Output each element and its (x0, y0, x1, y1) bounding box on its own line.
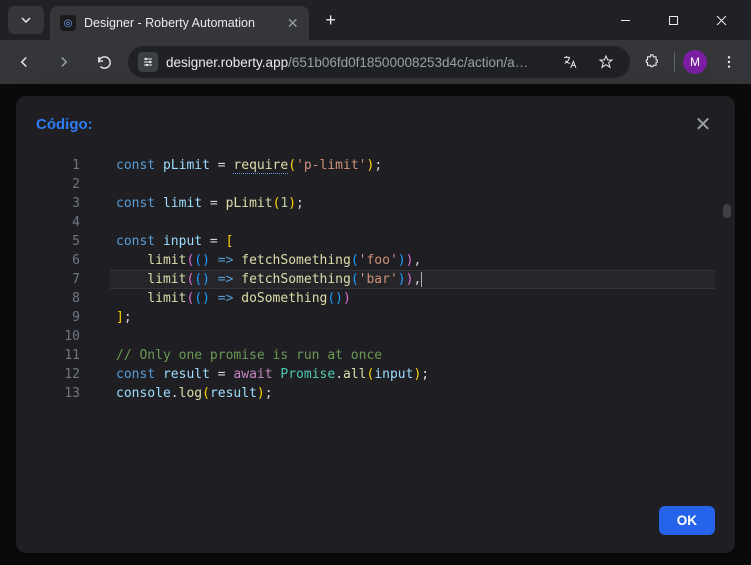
reload-button[interactable] (88, 46, 120, 78)
forward-button[interactable] (48, 46, 80, 78)
line-number: 3 (56, 194, 100, 213)
arrow-left-icon (15, 53, 33, 71)
extensions-button[interactable] (638, 48, 666, 76)
arrow-right-icon (55, 53, 73, 71)
code-line[interactable] (116, 327, 715, 346)
code-modal: Código: ✕ 12345678910111213 const pLimit… (16, 96, 735, 553)
close-window-button[interactable] (699, 4, 743, 36)
code-line[interactable] (116, 213, 715, 232)
maximize-icon (668, 15, 679, 26)
ok-button[interactable]: OK (659, 506, 715, 535)
favicon-icon: ◎ (60, 15, 76, 31)
close-icon (716, 15, 727, 26)
modal-close-button[interactable]: ✕ (691, 112, 715, 136)
code-line[interactable]: const pLimit = require('p-limit'); (116, 156, 715, 175)
tab-title: Designer - Roberty Automation (84, 16, 255, 30)
modal-title: Código: (36, 116, 93, 133)
translate-icon (562, 54, 578, 70)
star-icon (598, 54, 614, 70)
minimize-button[interactable] (603, 4, 647, 36)
translate-button[interactable] (556, 48, 584, 76)
browser-tab[interactable]: ◎ Designer - Roberty Automation ✕ (50, 6, 309, 40)
code-line[interactable]: // Only one promise is run at once (116, 346, 715, 365)
code-editor[interactable]: 12345678910111213 const pLimit = require… (16, 144, 735, 506)
profile-avatar[interactable]: M (683, 50, 707, 74)
maximize-button[interactable] (651, 4, 695, 36)
puzzle-icon (644, 54, 661, 71)
new-tab-button[interactable]: + (317, 6, 345, 34)
line-number: 13 (56, 384, 100, 403)
close-tab-button[interactable]: ✕ (287, 15, 299, 32)
code-line[interactable]: limit(() => doSomething()) (116, 289, 715, 308)
code-line[interactable]: limit(() => fetchSomething('bar')), (110, 270, 715, 289)
code-line[interactable]: const input = [ (116, 232, 715, 251)
line-number: 5 (56, 232, 100, 251)
kebab-icon (721, 54, 737, 70)
minimize-icon (620, 15, 631, 26)
line-number: 2 (56, 175, 100, 194)
site-info-icon[interactable] (138, 52, 158, 72)
chevron-down-icon (20, 14, 32, 26)
tune-icon (142, 56, 154, 68)
code-line[interactable]: limit(() => fetchSomething('foo')), (116, 251, 715, 270)
scrollbar-thumb[interactable] (723, 204, 731, 218)
url-text: designer.roberty.app/651b06fd0f185000082… (166, 55, 548, 70)
bookmark-button[interactable] (592, 48, 620, 76)
browser-titlebar: ◎ Designer - Roberty Automation ✕ + (0, 0, 751, 40)
tab-search-button[interactable] (8, 6, 44, 34)
code-line[interactable]: ]; (116, 308, 715, 327)
url-bar[interactable]: designer.roberty.app/651b06fd0f185000082… (128, 46, 630, 78)
browser-toolbar: designer.roberty.app/651b06fd0f185000082… (0, 40, 751, 84)
toolbar-divider (674, 52, 675, 72)
line-number: 8 (56, 289, 100, 308)
text-cursor (421, 272, 422, 287)
code-line[interactable] (116, 175, 715, 194)
line-number: 1 (56, 156, 100, 175)
line-number: 9 (56, 308, 100, 327)
line-number: 6 (56, 251, 100, 270)
menu-button[interactable] (715, 48, 743, 76)
back-button[interactable] (8, 46, 40, 78)
line-number: 10 (56, 327, 100, 346)
reload-icon (96, 54, 113, 71)
code-line[interactable]: const result = await Promise.all(input); (116, 365, 715, 384)
line-number: 12 (56, 365, 100, 384)
line-number: 4 (56, 213, 100, 232)
line-number: 11 (56, 346, 100, 365)
code-line[interactable]: const limit = pLimit(1); (116, 194, 715, 213)
line-number: 7 (56, 270, 100, 289)
code-line[interactable]: console.log(result); (116, 384, 715, 403)
